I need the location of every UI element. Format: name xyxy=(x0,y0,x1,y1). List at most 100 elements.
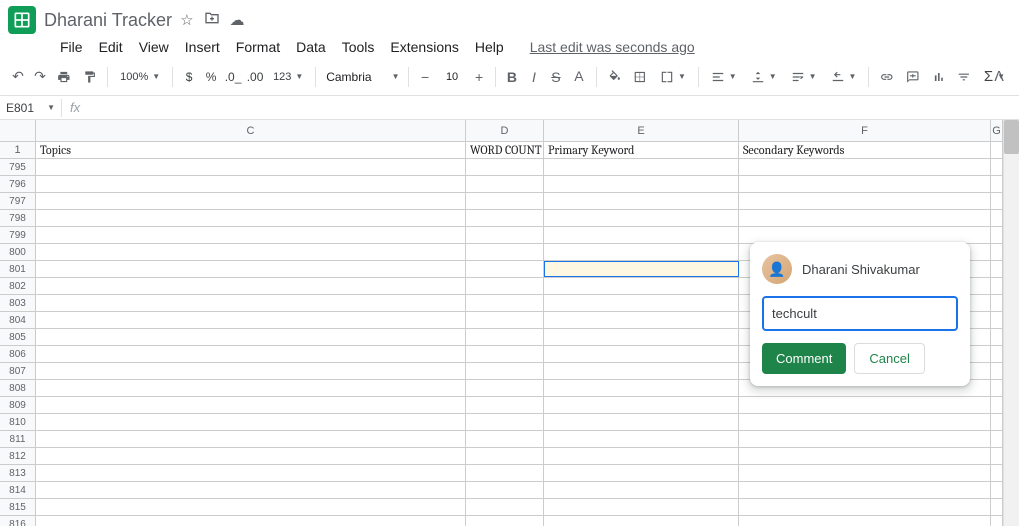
cell[interactable] xyxy=(466,278,544,294)
row-header[interactable]: 811 xyxy=(0,431,36,447)
cell[interactable] xyxy=(544,261,739,277)
cell[interactable] xyxy=(739,193,991,209)
row-header[interactable]: 802 xyxy=(0,278,36,294)
col-header-G[interactable]: G xyxy=(991,120,1003,141)
col-header-C[interactable]: C xyxy=(36,120,466,141)
fill-color-button[interactable] xyxy=(603,65,627,89)
cell[interactable] xyxy=(466,193,544,209)
cell[interactable] xyxy=(739,465,991,481)
row-header[interactable]: 805 xyxy=(0,329,36,345)
font-size-increase[interactable]: + xyxy=(469,65,489,89)
cell[interactable] xyxy=(36,516,466,526)
row-header[interactable]: 797 xyxy=(0,193,36,209)
cell[interactable] xyxy=(544,159,739,175)
cell[interactable] xyxy=(466,482,544,498)
cell[interactable] xyxy=(544,499,739,515)
cell[interactable] xyxy=(739,414,991,430)
row-header[interactable]: 800 xyxy=(0,244,36,260)
name-box[interactable]: E801▼ xyxy=(0,99,62,117)
comment-button[interactable] xyxy=(901,65,925,89)
cell[interactable] xyxy=(544,363,739,379)
redo-button[interactable]: ↷ xyxy=(30,65,50,89)
cell[interactable] xyxy=(36,278,466,294)
menu-help[interactable]: Help xyxy=(469,37,510,57)
comment-input[interactable] xyxy=(762,296,958,331)
decrease-decimal-button[interactable]: .0_ xyxy=(223,65,243,89)
cell[interactable] xyxy=(991,431,1003,447)
cell[interactable] xyxy=(36,499,466,515)
cell[interactable] xyxy=(991,159,1003,175)
cloud-icon[interactable]: ☁ xyxy=(230,11,245,29)
zoom-select[interactable]: 100%▼ xyxy=(114,67,166,87)
cell[interactable] xyxy=(36,397,466,413)
row-header[interactable]: 795 xyxy=(0,159,36,175)
cell[interactable] xyxy=(36,210,466,226)
menu-extensions[interactable]: Extensions xyxy=(384,37,464,57)
cell[interactable] xyxy=(991,499,1003,515)
cell[interactable]: Primary Keyword xyxy=(544,142,739,158)
font-select[interactable]: Cambria▼ xyxy=(322,68,402,86)
cell[interactable] xyxy=(36,295,466,311)
cell[interactable] xyxy=(544,210,739,226)
cell[interactable] xyxy=(991,363,1003,379)
cell[interactable] xyxy=(991,227,1003,243)
italic-button[interactable]: I xyxy=(524,65,544,89)
print-button[interactable] xyxy=(52,65,76,89)
merge-button[interactable]: ▼ xyxy=(654,66,692,88)
cell[interactable]: WORD COUNT xyxy=(466,142,544,158)
cell[interactable] xyxy=(544,329,739,345)
row-header[interactable]: 796 xyxy=(0,176,36,192)
row-header[interactable]: 812 xyxy=(0,448,36,464)
cell[interactable] xyxy=(991,448,1003,464)
cell[interactable] xyxy=(466,499,544,515)
col-header-F[interactable]: F xyxy=(739,120,991,141)
cell[interactable] xyxy=(466,227,544,243)
text-color-button[interactable]: A xyxy=(568,65,590,89)
comment-cancel-button[interactable]: Cancel xyxy=(854,343,924,374)
row-header[interactable]: 815 xyxy=(0,499,36,515)
font-size-input[interactable]: 10 xyxy=(437,69,467,85)
cell[interactable] xyxy=(544,465,739,481)
cell[interactable] xyxy=(36,380,466,396)
undo-button[interactable]: ↶ xyxy=(8,65,28,89)
cell[interactable] xyxy=(36,482,466,498)
row-header[interactable]: 808 xyxy=(0,380,36,396)
cell[interactable] xyxy=(544,244,739,260)
col-header-D[interactable]: D xyxy=(466,120,544,141)
cell[interactable] xyxy=(466,244,544,260)
cell[interactable] xyxy=(739,431,991,447)
menu-view[interactable]: View xyxy=(133,37,175,57)
cell[interactable] xyxy=(739,482,991,498)
row-header[interactable]: 813 xyxy=(0,465,36,481)
cell[interactable] xyxy=(544,397,739,413)
cell[interactable] xyxy=(739,397,991,413)
cell[interactable] xyxy=(991,380,1003,396)
cell[interactable] xyxy=(739,159,991,175)
cell[interactable] xyxy=(466,414,544,430)
row-header[interactable]: 801 xyxy=(0,261,36,277)
menu-tools[interactable]: Tools xyxy=(336,37,381,57)
cell[interactable] xyxy=(544,380,739,396)
cell[interactable] xyxy=(991,329,1003,345)
cell[interactable] xyxy=(991,176,1003,192)
strikethrough-button[interactable]: S xyxy=(546,65,566,89)
menu-edit[interactable]: Edit xyxy=(93,37,129,57)
cell[interactable] xyxy=(739,210,991,226)
cell[interactable] xyxy=(739,448,991,464)
vertical-align-button[interactable]: ▼ xyxy=(745,66,783,88)
row-header[interactable]: 798 xyxy=(0,210,36,226)
cell[interactable] xyxy=(36,193,466,209)
cell[interactable] xyxy=(466,159,544,175)
row-header[interactable]: 807 xyxy=(0,363,36,379)
cell[interactable] xyxy=(36,431,466,447)
text-rotation-button[interactable]: ▼ xyxy=(825,66,863,88)
cell[interactable] xyxy=(544,346,739,362)
cell[interactable] xyxy=(466,312,544,328)
menu-file[interactable]: File xyxy=(54,37,89,57)
cell[interactable] xyxy=(466,261,544,277)
cell[interactable] xyxy=(544,278,739,294)
cell[interactable] xyxy=(36,414,466,430)
cell[interactable] xyxy=(466,431,544,447)
cell[interactable] xyxy=(991,482,1003,498)
menu-insert[interactable]: Insert xyxy=(179,37,226,57)
